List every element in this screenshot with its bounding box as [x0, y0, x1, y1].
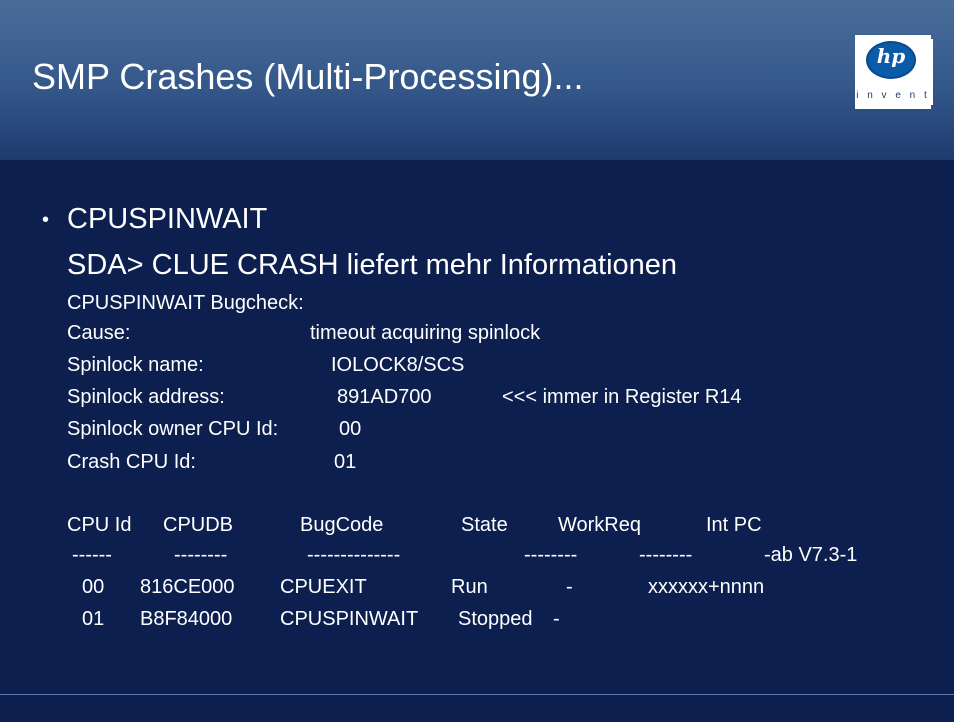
table-cell-cpu-id: 01: [82, 608, 105, 630]
table-cell-cpudb: B8F84000: [140, 608, 233, 630]
spinlock-address-note: <<< immer in Register R14: [502, 386, 742, 408]
cause-label: Cause:: [67, 322, 131, 344]
table-cell-bugcode: CPUEXIT: [280, 576, 367, 598]
hp-logo: hp i n v e n t: [855, 35, 933, 109]
table-cell-cpu-id: 00: [82, 576, 105, 598]
spinlock-name-value: IOLOCK8/SCS: [331, 354, 465, 376]
spinlock-owner-label: Spinlock owner CPU Id:: [67, 418, 279, 440]
table-cell-state: Run: [451, 576, 488, 598]
spinlock-address-label: Spinlock address:: [67, 386, 225, 408]
spinlock-owner-value: 00: [339, 418, 362, 440]
slide-title: SMP Crashes (Multi-Processing)...: [32, 56, 584, 97]
hp-logo-divider: [931, 39, 933, 105]
table-cell-workreq: -: [566, 576, 573, 598]
crash-cpu-value: 01: [334, 451, 357, 473]
bullet-heading: CPUSPINWAIT: [67, 203, 268, 235]
table-header-workreq: WorkReq: [558, 514, 641, 536]
table-separator: ------: [72, 544, 112, 566]
bullet-dot: •: [42, 209, 50, 231]
table-cell-workreq: -: [553, 608, 560, 630]
table-header-cpu-id: CPU Id: [67, 514, 132, 536]
table-header-cpudb: CPUDB: [163, 514, 234, 536]
crash-cpu-label: Crash CPU Id:: [67, 451, 196, 473]
hp-logo-letters: hp: [876, 44, 906, 68]
slide: SMP Crashes (Multi-Processing)... hp i n…: [0, 0, 954, 722]
slide-header: SMP Crashes (Multi-Processing)... hp i n…: [0, 0, 954, 160]
cause-value: timeout acquiring spinlock: [310, 322, 541, 344]
spinlock-name-label: Spinlock name:: [67, 354, 204, 376]
table-cell-int-pc: xxxxxx+nnnn: [648, 576, 765, 598]
table-separator: --------: [639, 544, 693, 566]
table-separator: --------: [524, 544, 578, 566]
table-cell-bugcode: CPUSPINWAIT: [280, 608, 419, 630]
table-separator: --------------: [307, 544, 401, 566]
spinlock-address-value: 891AD700: [337, 386, 432, 408]
bugcheck-line: CPUSPINWAIT Bugcheck:: [67, 292, 304, 314]
bullet-subheading: SDA> CLUE CRASH liefert mehr Information…: [67, 249, 678, 281]
table-cell-cpudb: 816CE000: [140, 576, 235, 598]
table-cell-state: Stopped: [458, 608, 533, 630]
version-note: -ab V7.3-1: [764, 544, 858, 566]
table-header-bugcode: BugCode: [300, 514, 384, 536]
footer-divider: [0, 694, 954, 695]
table-header-state: State: [461, 514, 508, 536]
table-header-int-pc: Int PC: [706, 514, 762, 536]
table-separator: --------: [174, 544, 228, 566]
hp-logo-tagline: i n v e n t: [856, 90, 930, 101]
